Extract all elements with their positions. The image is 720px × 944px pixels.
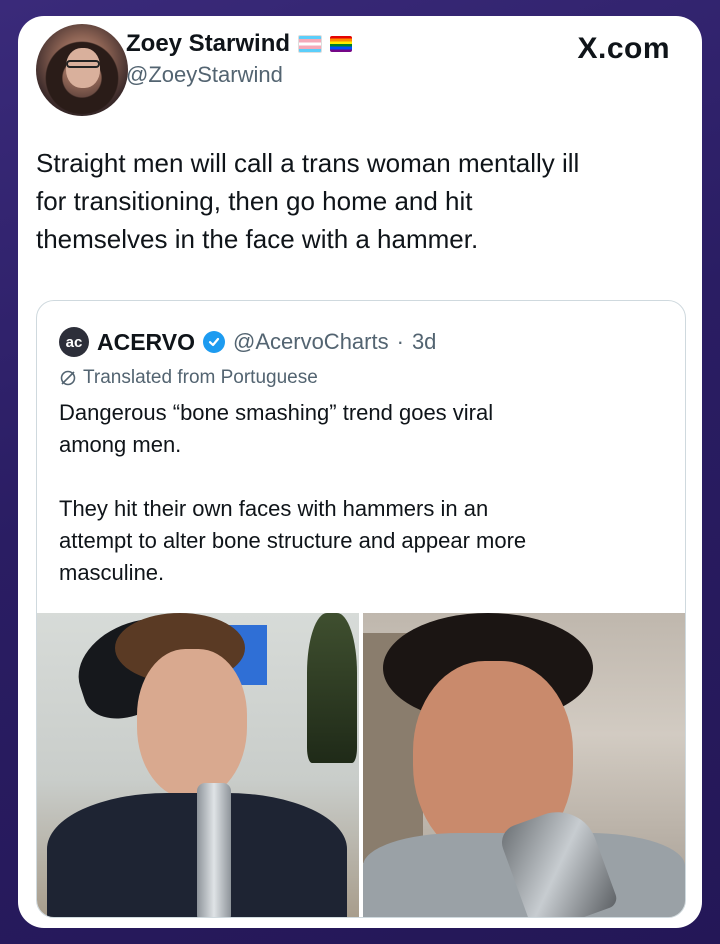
quoted-tweet-header: ac ACERVO @AcervoCharts · 3d bbox=[59, 327, 436, 357]
photo-left-face bbox=[137, 649, 247, 799]
tweet-text-line: themselves in the face with a hammer. bbox=[36, 224, 479, 254]
quoted-paragraph: Dangerous “bone smashing” trend goes vir… bbox=[59, 397, 659, 461]
quoted-author-name[interactable]: ACERVO bbox=[97, 329, 195, 356]
avatar[interactable] bbox=[36, 24, 128, 116]
quoted-timestamp[interactable]: 3d bbox=[412, 329, 436, 355]
photo-left-hammer bbox=[197, 783, 231, 917]
tweet-text-line: for transitioning, then go home and hit bbox=[36, 186, 473, 216]
verified-badge-icon bbox=[203, 331, 225, 353]
quoted-text-line: masculine. bbox=[59, 560, 165, 585]
author-block: Zoey Starwind @ZoeyStarwind bbox=[126, 30, 353, 88]
separator-dot: · bbox=[396, 329, 404, 354]
brand-label: X.com bbox=[577, 32, 670, 65]
photo-right[interactable] bbox=[363, 613, 685, 917]
quoted-text-line: They hit their own faces with hammers in… bbox=[59, 496, 489, 521]
quoted-paragraph: They hit their own faces with hammers in… bbox=[59, 493, 659, 589]
quoted-text-line: Dangerous “bone smashing” trend goes vir… bbox=[59, 400, 494, 425]
avatar-glasses bbox=[66, 60, 100, 68]
photo-left-tree bbox=[307, 613, 357, 763]
quoted-tweet-body: Dangerous “bone smashing” trend goes vir… bbox=[59, 397, 659, 621]
translate-icon bbox=[60, 370, 76, 386]
acervo-logo-icon: ac bbox=[59, 327, 89, 357]
quoted-text-line: among men. bbox=[59, 432, 182, 457]
quoted-media bbox=[37, 613, 685, 917]
author-name-row[interactable]: Zoey Starwind bbox=[126, 30, 353, 58]
rainbow-flag-icon bbox=[330, 36, 353, 52]
quoted-text-line: attempt to alter bone structure and appe… bbox=[59, 528, 527, 553]
tweet-text-line: Straight men will call a trans woman men… bbox=[36, 148, 580, 178]
tweet-text: Straight men will call a trans woman men… bbox=[36, 144, 676, 258]
quoted-author-handle[interactable]: @AcervoCharts bbox=[233, 329, 389, 355]
tweet-card: Zoey Starwind @ZoeyStarwind X.com Straig… bbox=[18, 16, 702, 928]
translation-notice[interactable]: Translated from Portuguese bbox=[59, 367, 318, 389]
photo-left[interactable] bbox=[37, 613, 359, 917]
author-name[interactable]: Zoey Starwind bbox=[126, 30, 290, 58]
translation-label: Translated from Portuguese bbox=[83, 367, 318, 388]
author-handle[interactable]: @ZoeyStarwind bbox=[126, 62, 352, 88]
quoted-tweet[interactable]: ac ACERVO @AcervoCharts · 3d Translated … bbox=[36, 300, 686, 918]
transgender-flag-icon bbox=[298, 35, 323, 53]
avatar-face bbox=[66, 48, 100, 88]
